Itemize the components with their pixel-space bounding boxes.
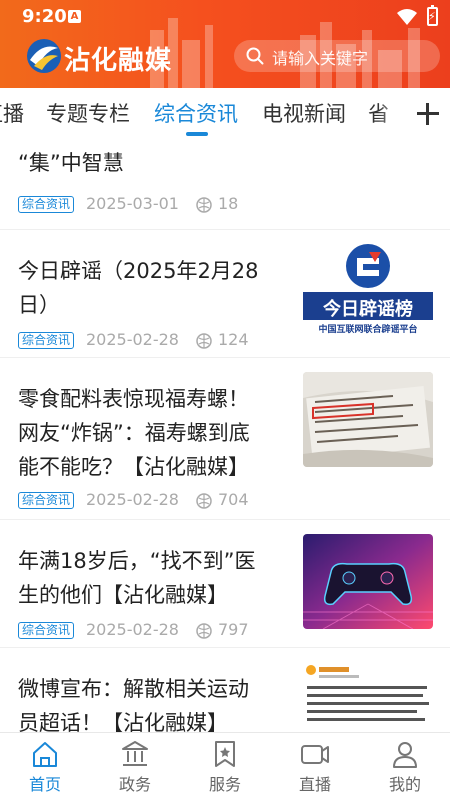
news-title: “集”中智慧 [18,146,124,180]
thumb-banner-text: 今日辟谣榜 [323,299,413,320]
nav-live-label: 直播 [298,775,331,794]
news-thumbnail: 今日辟谣榜 中国互联网联合辟谣平台 [303,242,433,337]
government-icon [122,741,148,766]
nav-mine-label: 我的 [388,775,421,794]
news-date: 2025-02-28 [86,490,179,509]
category-tag: 综合资讯 [18,492,75,509]
views-icon [196,623,212,639]
app-logo-icon [27,39,61,73]
status-time: 9:20 [22,6,67,27]
news-item[interactable]: 微博宣布：解散相关运动 员超话！【沾化融媒】 [0,648,450,732]
weibo-post-screenshot [303,662,433,732]
service-bookmark-icon [215,741,235,767]
view-count: 704 [196,490,249,509]
search-icon [246,47,264,65]
search-placeholder: 请输入关键字 [272,49,369,68]
news-title: 微博宣布：解散相关运动 员超话！【沾化融媒】 [18,672,249,732]
news-date: 2025-02-28 [86,330,179,349]
battery-icon: ⚡ [427,5,438,26]
bottom-navigation: 首页 政务 服务 直播 我的 [0,732,450,800]
news-title-line: 网友“炸锅”：福寿螺到底 [18,421,250,445]
category-tag: 综合资讯 [18,196,75,213]
news-item[interactable]: “集”中智慧 综合资讯 2025-03-01 18 [0,140,450,230]
news-thumbnail [303,534,433,629]
nav-service[interactable]: 服务 [180,733,270,800]
app-title: 沾化融媒 [64,46,173,76]
news-title: 零食配料表惊现福寿螺！ 网友“炸锅”：福寿螺到底 能不能吃？【沾化融媒】 [18,382,250,484]
news-title-line: 年满18岁后，“找不到”医 [18,549,256,573]
active-tab-indicator [186,132,208,136]
tab-tv-news[interactable]: 电视新闻 [262,98,346,128]
news-item[interactable]: 今日辟谣（2025年2月28 日） 综合资讯 2025-02-28 124 今日… [0,230,450,358]
view-count: 124 [196,330,249,349]
view-count: 18 [196,194,238,213]
video-camera-icon [301,745,329,764]
news-title-line: 零食配料表惊现福寿螺！ [18,387,249,411]
nav-home-label: 首页 [28,775,61,794]
home-icon [33,742,57,767]
view-count: 797 [196,620,249,639]
nav-service-label: 服务 [208,775,241,794]
category-tag: 综合资讯 [18,332,75,349]
news-title: 今日辟谣（2025年2月28 日） [18,254,259,322]
add-channel-icon[interactable] [406,88,450,140]
nav-live[interactable]: 直播 [270,733,360,800]
news-title-line: 今日辟谣（2025年2月28 [18,259,259,283]
tab-general-news[interactable]: 综合资讯 [154,98,238,128]
news-thumbnail [303,372,433,467]
news-title-line: 日） [18,293,60,317]
view-count-value: 18 [218,194,239,213]
wifi-icon [397,9,417,25]
view-count-value: 704 [218,490,249,509]
tab-fade [378,88,408,140]
views-icon [196,333,212,349]
status-bar: 9:20 A ⚡ [0,0,450,34]
snack-package-photo [303,372,433,467]
tab-live[interactable]: 直播 [0,98,24,128]
search-bar[interactable]: 请输入关键字 [234,40,440,72]
news-title-line: 能不能吃？【沾化融媒】 [18,455,249,479]
thumb-subtitle-text: 中国互联网联合辟谣平台 [318,325,418,335]
nav-mine[interactable]: 我的 [360,733,450,800]
news-title-line: 生的他们【沾化融媒】 [18,583,228,607]
category-tag: 综合资讯 [18,622,75,639]
news-list: “集”中智慧 综合资讯 2025-03-01 18 今日辟谣（2025年2月28… [0,140,450,732]
tab-special-topics[interactable]: 专题专栏 [46,98,130,128]
news-thumbnail [303,662,433,732]
news-title: 年满18岁后，“找不到”医 生的他们【沾化融媒】 [18,544,255,612]
app-header: 9:20 A ⚡ 沾化融媒 请输入关键字 [0,0,450,88]
news-title-line: “集”中智慧 [18,151,124,175]
news-date: 2025-02-28 [86,620,179,639]
news-item[interactable]: 年满18岁后，“找不到”医 生的他们【沾化融媒】 综合资讯 2025-02-28… [0,520,450,648]
channel-tabs: 直播 专题专栏 综合资讯 电视新闻 省 [0,88,450,140]
view-count-value: 124 [218,330,249,349]
nav-home[interactable]: 首页 [0,733,90,800]
notification-a-icon: A [68,10,81,23]
nav-government[interactable]: 政务 [90,733,180,800]
view-count-value: 797 [218,620,249,639]
news-item[interactable]: 零食配料表惊现福寿螺！ 网友“炸锅”：福寿螺到底 能不能吃？【沾化融媒】 综合资… [0,358,450,520]
views-icon [196,493,212,509]
views-icon [196,197,212,213]
news-title-line: 微博宣布：解散相关运动 [18,677,249,701]
news-date: 2025-03-01 [86,194,179,213]
news-title-line: 员超话！【沾化融媒】 [18,711,228,732]
user-icon [393,742,417,768]
game-controller-photo [303,534,433,629]
nav-government-label: 政务 [118,775,151,794]
